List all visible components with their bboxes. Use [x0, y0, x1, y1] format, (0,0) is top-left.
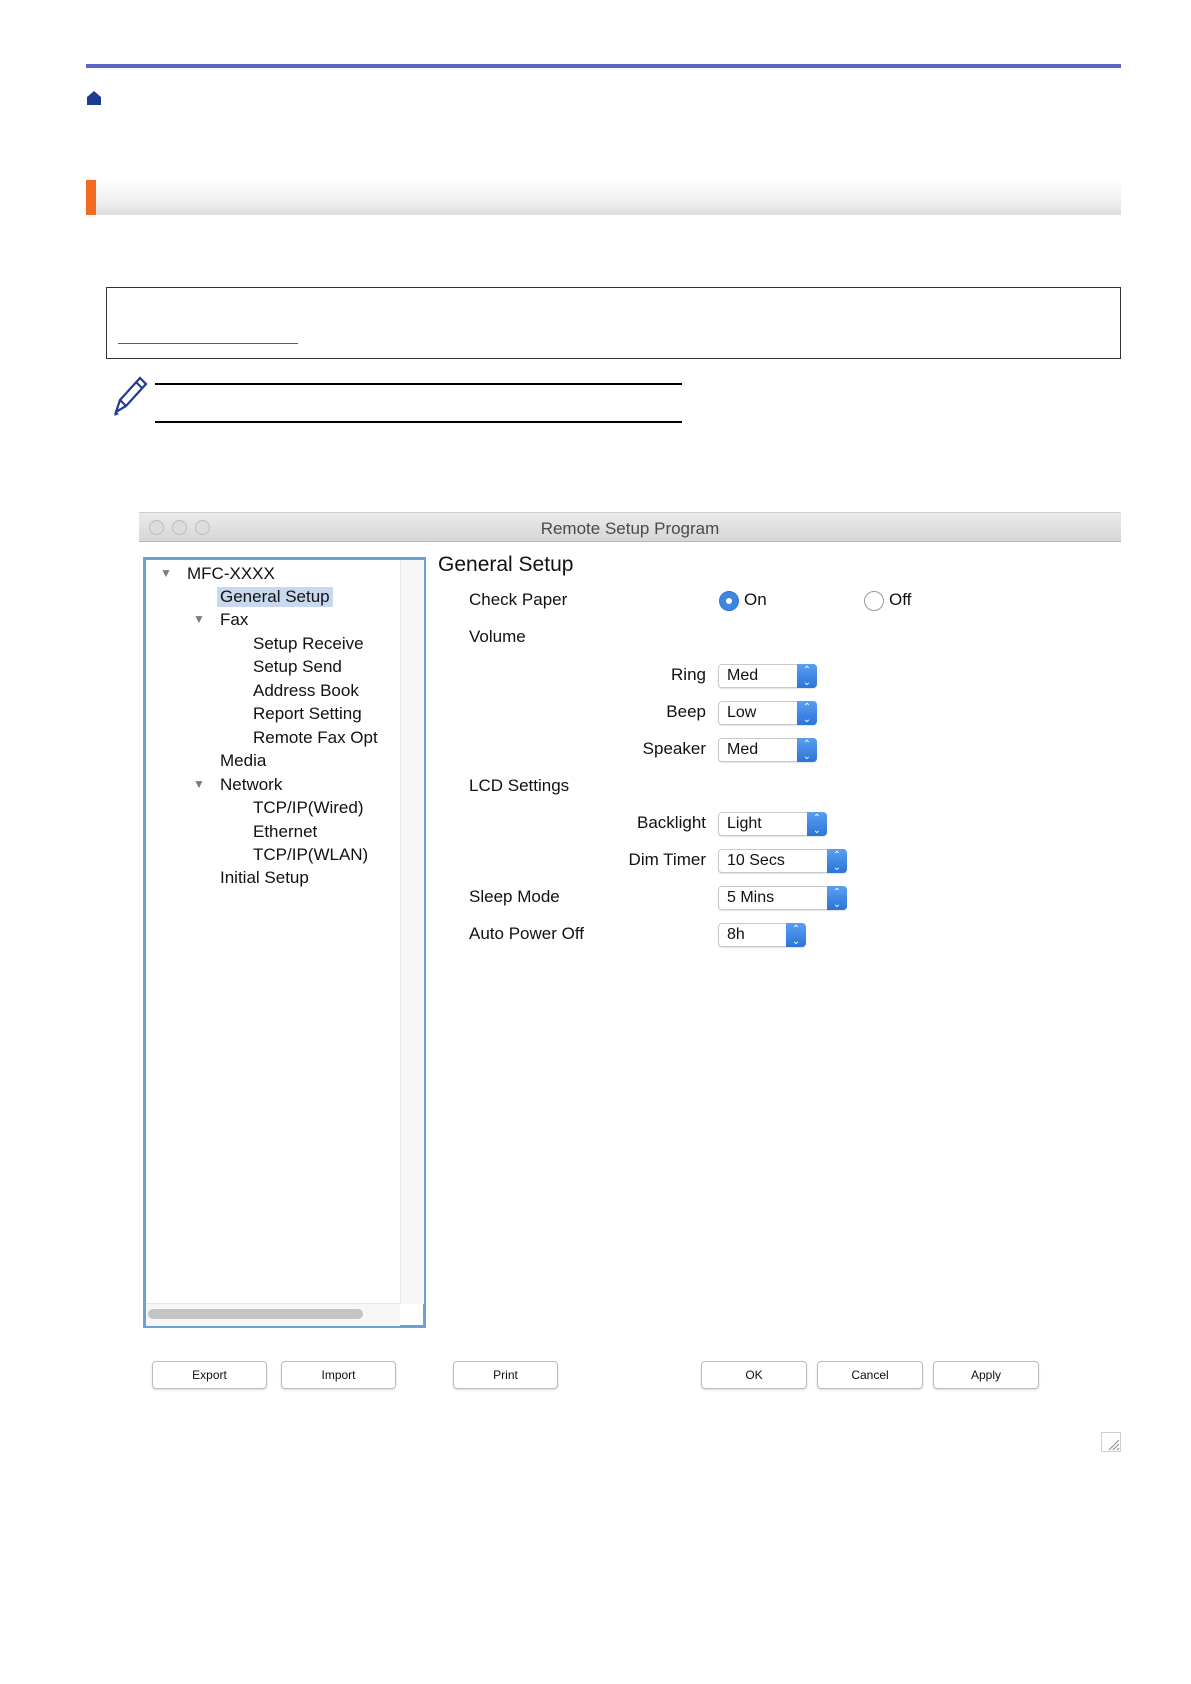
beep-select[interactable]: Low ⌃ ⌄ — [718, 701, 817, 725]
tree-scroll-thumb[interactable] — [148, 1309, 363, 1319]
tree-item-mfc[interactable]: MFC-XXXX — [187, 564, 275, 584]
tree-item-network[interactable]: Network — [220, 775, 282, 795]
disclosure-triangle-icon[interactable]: ▼ — [160, 563, 172, 583]
speaker-select[interactable]: Med ⌃ ⌄ — [718, 738, 817, 762]
tree-item-general-setup[interactable]: General Setup — [217, 587, 333, 607]
volume-label: Volume — [469, 627, 526, 646]
stepper-arrows-icon: ⌃ ⌄ — [827, 849, 847, 873]
tree-vertical-scrollbar[interactable] — [400, 560, 424, 1304]
check-paper-off-radio[interactable] — [864, 591, 884, 611]
section-accent-marker — [86, 180, 96, 215]
speaker-value: Med — [727, 741, 759, 758]
tree-item-media[interactable]: Media — [220, 751, 266, 771]
export-button[interactable]: Export — [152, 1361, 267, 1389]
tree-item-ethernet[interactable]: Ethernet — [253, 822, 317, 842]
dim-timer-value: 10 Secs — [727, 852, 785, 869]
header-rule — [86, 64, 1121, 68]
disclosure-triangle-icon[interactable]: ▼ — [193, 609, 205, 629]
ring-value: Med — [727, 667, 759, 684]
dim-timer-label: Dim Timer — [628, 850, 706, 869]
apply-button[interactable]: Apply — [933, 1361, 1039, 1389]
tree-item-tcpip-wlan[interactable]: TCP/IP(WLAN) — [253, 845, 368, 865]
stepper-arrows-icon: ⌃ ⌄ — [827, 886, 847, 910]
related-link[interactable] — [118, 343, 298, 344]
ring-label: Ring — [671, 665, 706, 684]
backlight-label: Backlight — [637, 813, 706, 832]
tree-item-address-book[interactable]: Address Book — [253, 681, 359, 701]
auto-power-off-value: 8h — [727, 926, 745, 943]
beep-label: Beep — [666, 702, 706, 721]
tree-item-setup-send[interactable]: Setup Send — [253, 657, 342, 677]
window-title: Remote Setup Program — [540, 519, 720, 538]
sleep-mode-value: 5 Mins — [727, 889, 775, 906]
check-paper-label: Check Paper — [469, 590, 568, 609]
stepper-arrows-icon: ⌃ ⌄ — [797, 664, 817, 688]
beep-value: Low — [727, 704, 757, 721]
tree-item-report-setting[interactable]: Report Setting — [253, 704, 362, 724]
home-icon[interactable] — [86, 90, 102, 106]
dim-timer-select[interactable]: 10 Secs ⌃ ⌄ — [718, 849, 847, 873]
tree-item-setup-receive[interactable]: Setup Receive — [253, 634, 364, 654]
lcd-settings-label: LCD Settings — [469, 776, 570, 795]
sleep-mode-select[interactable]: 5 Mins ⌃ ⌄ — [718, 886, 847, 910]
panel-title: General Setup — [438, 553, 574, 576]
check-paper-on-label[interactable]: On — [744, 590, 767, 610]
auto-power-off-select[interactable]: 8h ⌃ ⌄ — [718, 923, 806, 947]
resize-grip-icon[interactable] — [1101, 1432, 1121, 1452]
speaker-label: Speaker — [642, 739, 706, 758]
stepper-arrows-icon: ⌃ ⌄ — [797, 701, 817, 725]
pencil-icon — [114, 376, 148, 416]
disclosure-triangle-icon[interactable]: ▼ — [193, 774, 205, 794]
ok-button[interactable]: OK — [701, 1361, 807, 1389]
tree-item-initial-setup[interactable]: Initial Setup — [220, 868, 309, 888]
tree-item-fax[interactable]: Fax — [220, 610, 248, 630]
check-paper-off-label[interactable]: Off — [889, 590, 911, 610]
stepper-arrows-icon: ⌃ ⌄ — [807, 812, 827, 836]
note-rule — [155, 383, 682, 385]
stepper-arrows-icon: ⌃ ⌄ — [797, 738, 817, 762]
cancel-button[interactable]: Cancel — [817, 1361, 923, 1389]
auto-power-off-label: Auto Power Off — [469, 924, 584, 943]
print-button[interactable]: Print — [453, 1361, 558, 1389]
backlight-select[interactable]: Light ⌃ ⌄ — [718, 812, 827, 836]
stepper-arrows-icon: ⌃ ⌄ — [786, 923, 806, 947]
tree-item-remote-fax-opt[interactable]: Remote Fax Opt — [253, 728, 378, 748]
related-info-box — [106, 287, 1121, 359]
backlight-value: Light — [727, 815, 762, 832]
note-rule — [155, 421, 682, 423]
ring-select[interactable]: Med ⌃ ⌄ — [718, 664, 817, 688]
import-button[interactable]: Import — [281, 1361, 396, 1389]
check-paper-on-radio[interactable] — [719, 591, 739, 611]
section-title-bar — [86, 180, 1121, 215]
sleep-mode-label: Sleep Mode — [469, 887, 560, 906]
tree-item-tcpip-wired[interactable]: TCP/IP(Wired) — [253, 798, 364, 818]
window-titlebar[interactable]: Remote Setup Program — [139, 512, 1121, 542]
